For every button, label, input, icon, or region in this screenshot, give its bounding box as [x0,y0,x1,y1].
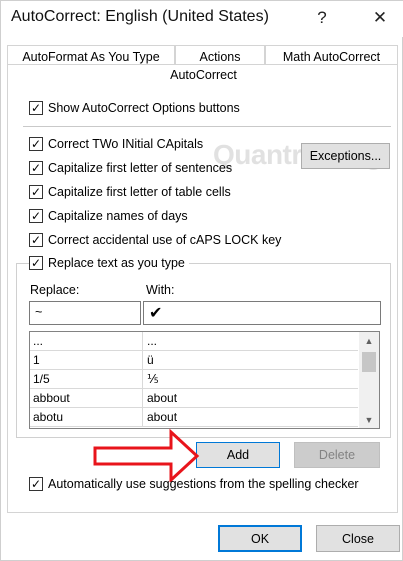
capitalize-table-cells-checkbox[interactable]: ✓ Capitalize first letter of table cells [29,183,231,201]
list-item[interactable]: abotu about [30,408,358,427]
check-icon: ✓ [30,185,42,199]
column-divider [142,389,143,408]
list-item[interactable]: 1 ü [30,351,358,370]
scroll-thumb[interactable] [362,352,376,372]
scroll-up-icon[interactable]: ▲ [359,332,379,349]
checkbox-label: Correct accidental use of cAPS LOCK key [48,233,282,247]
list-scrollbar[interactable]: ▲ ▼ [359,332,379,428]
spelling-suggestions-checkbox[interactable]: ✓ Automatically use suggestions from the… [29,475,359,493]
ok-button[interactable]: OK [218,525,302,552]
checkbox-box[interactable]: ✓ [29,101,43,115]
separator [23,126,391,127]
check-icon: ✓ [30,161,42,175]
check-icon: ✓ [30,137,42,151]
with-cell: about [147,410,178,424]
capitalize-sentences-checkbox[interactable]: ✓ Capitalize first letter of sentences [29,159,232,177]
help-button[interactable]: ? [308,5,336,31]
caps-lock-checkbox[interactable]: ✓ Correct accidental use of cAPS LOCK ke… [29,231,281,249]
list-item[interactable]: 1/5 ⅕ [30,370,358,389]
column-divider [142,370,143,389]
close-icon[interactable]: ✕ [366,5,394,31]
dialog-title: AutoCorrect: English (United States) [11,8,269,25]
checkbox-label: Show AutoCorrect Options buttons [48,101,240,115]
check-icon: ✓ [30,256,42,270]
check-icon: ✓ [30,209,42,223]
with-input[interactable]: ✔ [143,301,381,325]
replace-cell: 1 [33,353,40,367]
column-divider [142,332,143,351]
checkbox-box[interactable]: ✓ [29,137,43,151]
column-divider [142,408,143,427]
check-icon: ✓ [30,233,42,247]
with-cell: ... [147,334,158,348]
checkbox-box[interactable]: ✓ [29,185,43,199]
replace-cell: 1/5 [33,372,50,386]
check-icon: ✓ [30,101,42,115]
checkbox-box[interactable]: ✓ [29,477,43,491]
replace-cell: abbout [33,391,70,405]
checkbox-label: Correct TWo INitial CApitals [48,137,204,151]
checkbox-box[interactable]: ✓ [29,209,43,223]
checkbox-label: Capitalize first letter of sentences [48,161,233,175]
with-cell: about [147,391,178,405]
tab-strip: AutoFormat As You Type Actions Math Auto… [7,45,398,67]
replace-label: Replace: [30,283,80,297]
close-button[interactable]: Close [316,525,400,552]
replace-cell: abotu [33,410,64,424]
replace-cell: ... [33,334,44,348]
show-options-buttons-checkbox[interactable]: ✓ Show AutoCorrect Options buttons [29,99,240,117]
list-item[interactable]: ... ... [30,332,358,351]
checkbox-box[interactable]: ✓ [29,161,43,175]
scroll-down-icon[interactable]: ▼ [359,411,379,428]
list-item[interactable]: abbout about [30,389,358,408]
check-icon: ✓ [30,477,42,491]
title-bar[interactable]: AutoCorrect: English (United States) ? ✕ [1,1,403,37]
delete-button[interactable]: Delete [294,442,380,468]
annotation-arrow-icon [93,428,200,482]
replacement-list[interactable]: ... ... 1 ü 1/5 ⅕ abbout about abotu abo… [29,331,380,429]
with-label: With: [146,283,175,297]
capitalize-days-checkbox[interactable]: ✓ Capitalize names of days [29,207,188,225]
checkbox-label: Capitalize names of days [48,209,188,223]
exceptions-button[interactable]: Exceptions... [301,143,390,169]
checkbox-label: Capitalize first letter of table cells [48,185,231,199]
tab-autocorrect[interactable]: AutoCorrect [9,64,398,86]
with-cell: ⅕ [147,372,159,386]
checkbox-box[interactable]: ✓ [29,233,43,247]
with-cell: ü [147,353,154,367]
add-button[interactable]: Add [196,442,280,468]
column-divider [142,351,143,370]
checkbox-label: Replace text as you type [48,256,185,270]
checkbox-label: Automatically use suggestions from the s… [48,477,359,491]
correct-two-initial-checkbox[interactable]: ✓ Correct TWo INitial CApitals [29,135,203,153]
autocorrect-dialog: AutoCorrect: English (United States) ? ✕… [0,0,403,561]
replace-input[interactable]: ~ [29,301,141,325]
checkbox-box[interactable]: ✓ [29,256,43,270]
replace-text-checkbox[interactable]: ✓ Replace text as you type [29,254,189,272]
